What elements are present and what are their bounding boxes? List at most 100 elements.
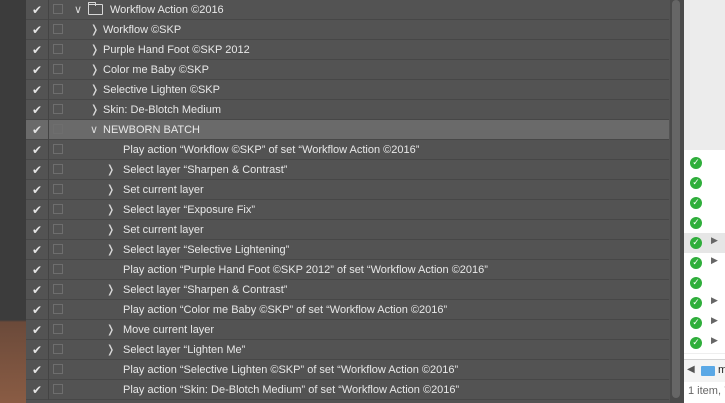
dialog-toggle-box[interactable] [53, 4, 63, 14]
toggle-item-check-icon[interactable]: ✔ [32, 182, 44, 198]
chevron-right-icon[interactable]: ❭ [90, 42, 100, 58]
action-row[interactable]: ✔ ❭ Select layer “Lighten Me” [26, 340, 669, 360]
background-app-edge [0, 0, 26, 403]
column-divider [48, 160, 49, 180]
column-divider [48, 300, 49, 320]
chevron-right-icon[interactable]: ❭ [106, 182, 116, 198]
toggle-item-check-icon[interactable]: ✔ [32, 202, 44, 218]
success-check-icon: ✓ [690, 177, 702, 189]
dialog-toggle-box[interactable] [53, 164, 63, 174]
toggle-item-check-icon[interactable]: ✔ [32, 2, 44, 18]
toggle-item-check-icon[interactable]: ✔ [32, 162, 44, 178]
toggle-item-check-icon[interactable]: ✔ [32, 122, 44, 138]
chevron-down-icon[interactable]: ∨ [74, 2, 84, 18]
chevron-right-icon[interactable]: ❭ [106, 162, 116, 178]
chevron-right-icon[interactable]: ❭ [90, 22, 100, 38]
action-row[interactable]: ✔ ❭ Select layer “Sharpen & Contrast” [26, 160, 669, 180]
success-check-icon: ✓ [690, 297, 702, 309]
action-row[interactable]: ✔ ❭ Purple Hand Foot ©SKP 2012 [26, 40, 669, 60]
toggle-item-check-icon[interactable]: ✔ [32, 382, 44, 398]
expand-arrow-icon[interactable]: ▶ [711, 316, 718, 326]
column-divider [48, 100, 49, 120]
chevron-right-icon[interactable]: ❭ [106, 242, 116, 258]
dialog-toggle-box[interactable] [53, 104, 63, 114]
dialog-toggle-box[interactable] [53, 224, 63, 234]
scroll-left-arrow-icon[interactable]: ◀ [687, 364, 695, 375]
dialog-toggle-box[interactable] [53, 124, 63, 134]
toggle-item-check-icon[interactable]: ✔ [32, 342, 44, 358]
toggle-item-check-icon[interactable]: ✔ [32, 322, 44, 338]
action-row[interactable]: ✔ ∨ Workflow Action ©2016 [26, 0, 669, 20]
action-row[interactable]: ✔ ∨ NEWBORN BATCH [26, 120, 669, 140]
column-divider [48, 0, 49, 20]
toggle-item-check-icon[interactable]: ✔ [32, 42, 44, 58]
dialog-toggle-box[interactable] [53, 24, 63, 34]
action-row[interactable]: ✔ ❭ Skin: De-Blotch Medium [26, 100, 669, 120]
dialog-toggle-box[interactable] [53, 304, 63, 314]
column-divider [48, 220, 49, 240]
action-row-label: Workflow ©SKP [103, 24, 182, 36]
action-row[interactable]: ✔ Play action “Color me Baby ©SKP” of set… [26, 300, 669, 320]
action-row[interactable]: ✔ ❭ Color me Baby ©SKP [26, 60, 669, 80]
action-row[interactable]: ✔ Play action “Skin: De-Blotch Medium” of… [26, 380, 669, 400]
scrollbar-thumb[interactable] [672, 0, 680, 398]
chevron-right-icon[interactable]: ❭ [90, 62, 100, 78]
chevron-right-icon[interactable]: ❭ [106, 222, 116, 238]
toggle-item-check-icon[interactable]: ✔ [32, 62, 44, 78]
toggle-item-check-icon[interactable]: ✔ [32, 262, 44, 278]
status-bar-text: 1 item, 7 [688, 385, 725, 397]
expand-arrow-icon[interactable]: ▶ [711, 296, 718, 306]
toggle-item-check-icon[interactable]: ✔ [32, 302, 44, 318]
expand-arrow-icon[interactable]: ▶ [711, 336, 718, 346]
dialog-toggle-box[interactable] [53, 344, 63, 354]
chevron-down-icon[interactable]: ∨ [90, 122, 100, 138]
action-row[interactable]: ✔ ❭ Move current layer [26, 320, 669, 340]
dialog-toggle-box[interactable] [53, 244, 63, 254]
column-divider [48, 180, 49, 200]
toggle-item-check-icon[interactable]: ✔ [32, 82, 44, 98]
toggle-item-check-icon[interactable]: ✔ [32, 282, 44, 298]
dialog-toggle-box[interactable] [53, 284, 63, 294]
dialog-toggle-box[interactable] [53, 184, 63, 194]
column-divider [48, 140, 49, 160]
action-row-label: Workflow Action ©2016 [110, 4, 224, 16]
background-list-row: ✓ ▶ [684, 293, 725, 314]
action-row[interactable]: ✔ ❭ Selective Lighten ©SKP [26, 80, 669, 100]
action-row[interactable]: ✔ ❭ Workflow ©SKP [26, 20, 669, 40]
folder-name[interactable]: m [718, 364, 725, 376]
action-row-label: Play action “Selective Lighten ©SKP” of … [123, 364, 459, 376]
toggle-item-check-icon[interactable]: ✔ [32, 242, 44, 258]
action-row-label: Select layer “Sharpen & Contrast” [123, 164, 288, 176]
action-row[interactable]: ✔ ❭ Select layer “Exposure Fix” [26, 200, 669, 220]
action-row[interactable]: ✔ ❭ Set current layer [26, 220, 669, 240]
chevron-right-icon[interactable]: ❭ [106, 322, 116, 338]
toggle-item-check-icon[interactable]: ✔ [32, 222, 44, 238]
dialog-toggle-box[interactable] [53, 84, 63, 94]
chevron-right-icon[interactable]: ❭ [106, 282, 116, 298]
dialog-toggle-box[interactable] [53, 264, 63, 274]
action-row[interactable]: ✔ Play action “Workflow ©SKP” of set “Wor… [26, 140, 669, 160]
chevron-right-icon[interactable]: ❭ [90, 82, 100, 98]
dialog-toggle-box[interactable] [53, 204, 63, 214]
dialog-toggle-box[interactable] [53, 384, 63, 394]
action-row[interactable]: ✔ Play action “Purple Hand Foot ©SKP 2012… [26, 260, 669, 280]
action-row[interactable]: ✔ ❭ Select layer “Selective Lightening” [26, 240, 669, 260]
dialog-toggle-box[interactable] [53, 364, 63, 374]
action-row[interactable]: ✔ ❭ Select layer “Sharpen & Contrast” [26, 280, 669, 300]
expand-arrow-icon[interactable]: ▶ [711, 236, 718, 246]
chevron-right-icon[interactable]: ❭ [106, 202, 116, 218]
dialog-toggle-box[interactable] [53, 44, 63, 54]
toggle-item-check-icon[interactable]: ✔ [32, 362, 44, 378]
dialog-toggle-box[interactable] [53, 144, 63, 154]
toggle-item-check-icon[interactable]: ✔ [32, 22, 44, 38]
toggle-item-check-icon[interactable]: ✔ [32, 142, 44, 158]
dialog-toggle-box[interactable] [53, 64, 63, 74]
chevron-right-icon[interactable]: ❭ [106, 342, 116, 358]
chevron-right-icon[interactable]: ❭ [90, 102, 100, 118]
toggle-item-check-icon[interactable]: ✔ [32, 102, 44, 118]
column-divider [48, 80, 49, 100]
action-row[interactable]: ✔ Play action “Selective Lighten ©SKP” of… [26, 360, 669, 380]
dialog-toggle-box[interactable] [53, 324, 63, 334]
action-row[interactable]: ✔ ❭ Set current layer [26, 180, 669, 200]
expand-arrow-icon[interactable]: ▶ [711, 256, 718, 266]
